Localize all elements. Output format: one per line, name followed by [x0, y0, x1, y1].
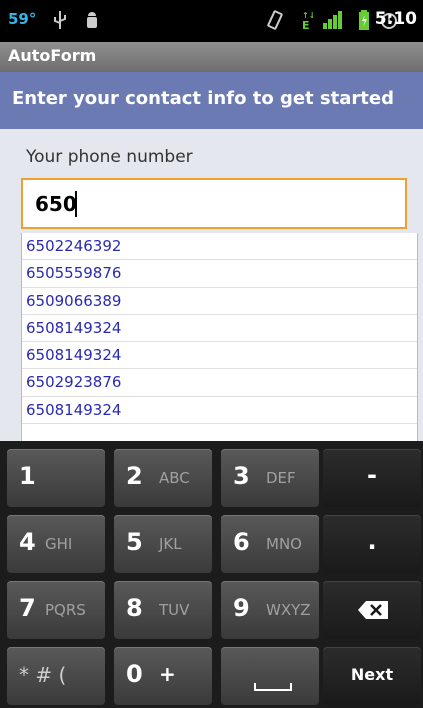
key-digit: 2 — [126, 462, 143, 490]
key-digit: 5 — [126, 528, 143, 556]
clock-text: 5:10 — [374, 9, 417, 29]
key-2[interactable]: 2 ABC — [114, 449, 212, 507]
key-9[interactable]: 9 WXYZ — [221, 581, 319, 639]
key-plus: + — [159, 662, 176, 686]
suggestion-item[interactable]: 6502923876 — [22, 369, 417, 397]
key-digit: 9 — [233, 594, 250, 622]
signal-icon — [323, 11, 342, 29]
temperature-text: 59° — [8, 10, 37, 28]
key-0[interactable]: 0 + — [114, 647, 212, 705]
key-letters: JKL — [159, 535, 182, 553]
key-3[interactable]: 3 DEF — [221, 449, 319, 507]
key-letters: DEF — [266, 469, 296, 487]
header-text: Enter your contact info to get started — [12, 88, 394, 109]
next-label: Next — [350, 665, 394, 684]
key-digit: 4 — [19, 528, 36, 556]
key-8[interactable]: 8 TUV — [114, 581, 212, 639]
app-title-bar: AutoForm — [0, 42, 423, 72]
key-letters: MNO — [266, 535, 302, 553]
form-content: Your phone number 6502246392 6505559876 … — [0, 129, 423, 441]
key-symbols-label: * # ( — [19, 663, 67, 687]
key-dash-label: - — [367, 461, 377, 489]
key-6[interactable]: 6 MNO — [221, 515, 319, 573]
backspace-icon — [358, 601, 388, 619]
app-title: AutoForm — [8, 46, 97, 65]
backspace-key[interactable] — [323, 581, 421, 639]
key-digit: 3 — [233, 462, 250, 490]
key-letters: WXYZ — [266, 601, 311, 619]
page-header: Enter your contact info to get started — [0, 72, 423, 129]
key-digit: 8 — [126, 594, 143, 622]
key-symbols[interactable]: * # ( — [7, 647, 105, 705]
key-4[interactable]: 4 GHI — [7, 515, 105, 573]
edge-data-icon: ↑↓E — [302, 11, 313, 31]
key-digit: 1 — [19, 462, 36, 490]
autocomplete-dropdown: 6502246392 6505559876 6509066389 6508149… — [21, 233, 418, 441]
suggestion-item[interactable]: 6502246392 — [22, 233, 417, 261]
space-icon — [254, 683, 292, 691]
usb-icon — [54, 11, 66, 29]
suggestion-item[interactable]: 6505559876 — [22, 260, 417, 288]
key-7[interactable]: 7 PQRS — [7, 581, 105, 639]
key-1[interactable]: 1 — [7, 449, 105, 507]
suggestion-item[interactable]: 6508149324 — [22, 397, 417, 425]
phone-label: Your phone number — [26, 147, 193, 167]
key-letters: TUV — [159, 601, 190, 619]
status-bar: 59° ↑↓ E 5:10 — [0, 0, 423, 42]
key-dash[interactable]: - — [323, 449, 421, 507]
android-debug-icon — [87, 12, 97, 28]
suggestion-item[interactable]: 6508149324 — [22, 315, 417, 343]
text-cursor — [75, 191, 77, 217]
key-period-label: . — [367, 527, 377, 555]
battery-icon — [359, 10, 369, 30]
suggestion-item[interactable]: 6509066389 — [22, 288, 417, 315]
key-period[interactable]: . — [323, 515, 421, 573]
suggestion-item[interactable]: 6508149324 — [22, 342, 417, 370]
vibrate-icon — [267, 10, 283, 30]
space-key[interactable] — [221, 647, 319, 705]
key-digit: 6 — [233, 528, 250, 556]
numeric-keypad: 1 2 ABC 3 DEF - 4 GHI 5 JKL 6 MNO . 7 PQ… — [0, 441, 423, 708]
key-digit: 7 — [19, 594, 36, 622]
phone-input[interactable] — [21, 178, 407, 229]
key-letters: ABC — [159, 469, 190, 487]
key-digit: 0 — [126, 660, 143, 688]
key-5[interactable]: 5 JKL — [114, 515, 212, 573]
key-letters: GHI — [45, 535, 73, 553]
next-button[interactable]: Next — [323, 647, 421, 705]
svg-text:E: E — [302, 19, 310, 31]
key-letters: PQRS — [45, 601, 86, 619]
